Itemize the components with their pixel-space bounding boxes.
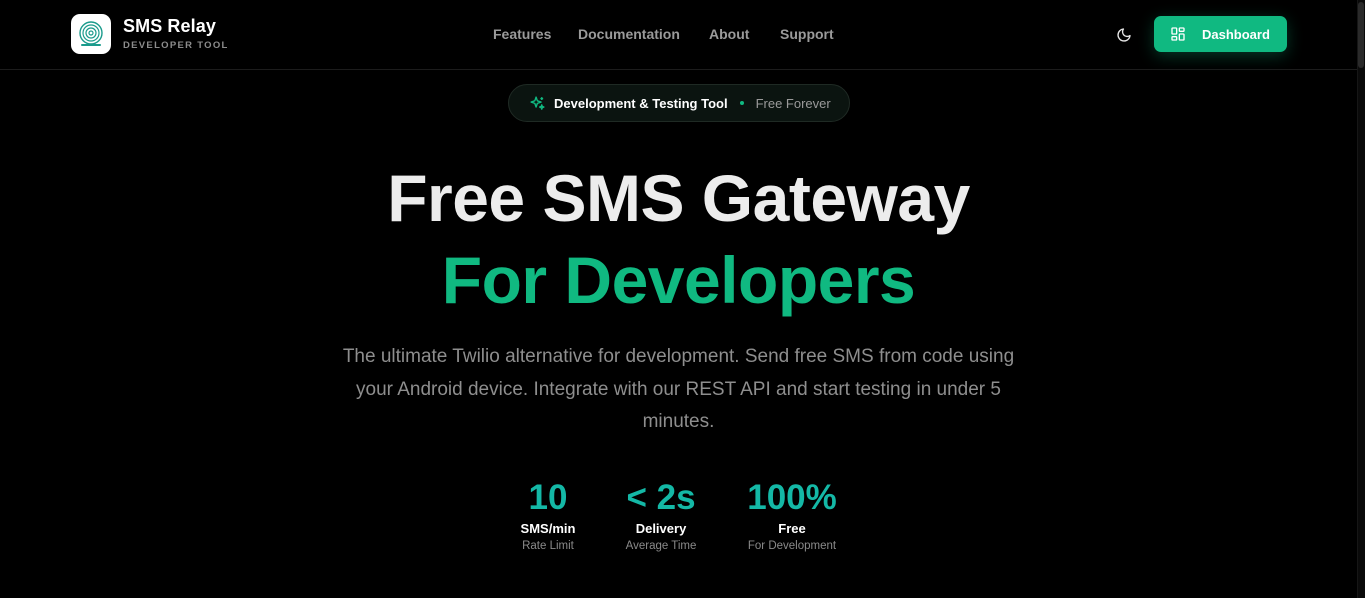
grid-icon	[1171, 27, 1185, 41]
dashboard-button-label: Dashboard	[1202, 26, 1270, 42]
stat-free: 100% Free For Development	[736, 478, 848, 552]
badge-separator-dot	[739, 101, 744, 105]
scrollbar-thumb[interactable]	[1358, 2, 1364, 68]
stat-value: < 2s	[626, 478, 696, 517]
stat-caption: For Development	[747, 540, 837, 552]
badge-main-text: Development & Testing Tool	[554, 95, 728, 111]
stat-label: Delivery	[635, 521, 687, 536]
stat-caption: Rate Limit	[522, 540, 574, 552]
stat-label: Free	[778, 521, 806, 536]
stat-delivery: < 2s Delivery Average Time	[616, 478, 706, 552]
hero-description: The ultimate Twilio alternative for deve…	[342, 346, 1015, 432]
nav-link-support[interactable]: Support	[780, 26, 834, 42]
nav-link-documentation[interactable]: Documentation	[578, 26, 680, 42]
badge-sub-text: Free Forever	[755, 95, 831, 111]
nav-link-about[interactable]: About	[709, 26, 749, 42]
stat-rate-limit: 10 SMS/min Rate Limit	[510, 478, 586, 552]
stat-value: 100%	[747, 478, 837, 517]
page-scrollbar[interactable]	[1357, 0, 1365, 598]
stat-caption: Average Time	[625, 540, 697, 552]
hero-heading: Free SMS Gateway	[387, 161, 970, 235]
hero-heading-accent: For Developers	[441, 243, 916, 317]
dashboard-button[interactable]: Dashboard	[1154, 16, 1287, 52]
sparkles-icon	[530, 95, 545, 110]
hero-badge: Development & Testing Tool Free Forever	[508, 84, 850, 122]
theme-toggle-button[interactable]	[1114, 25, 1134, 45]
nav-link-features[interactable]: Features	[493, 26, 551, 42]
stat-value: 10	[528, 478, 568, 517]
site-header: SMS Relay DEVELOPER TOOL Features Docume…	[0, 0, 1357, 70]
moon-icon	[1117, 28, 1131, 42]
stat-label: SMS/min	[520, 521, 576, 536]
